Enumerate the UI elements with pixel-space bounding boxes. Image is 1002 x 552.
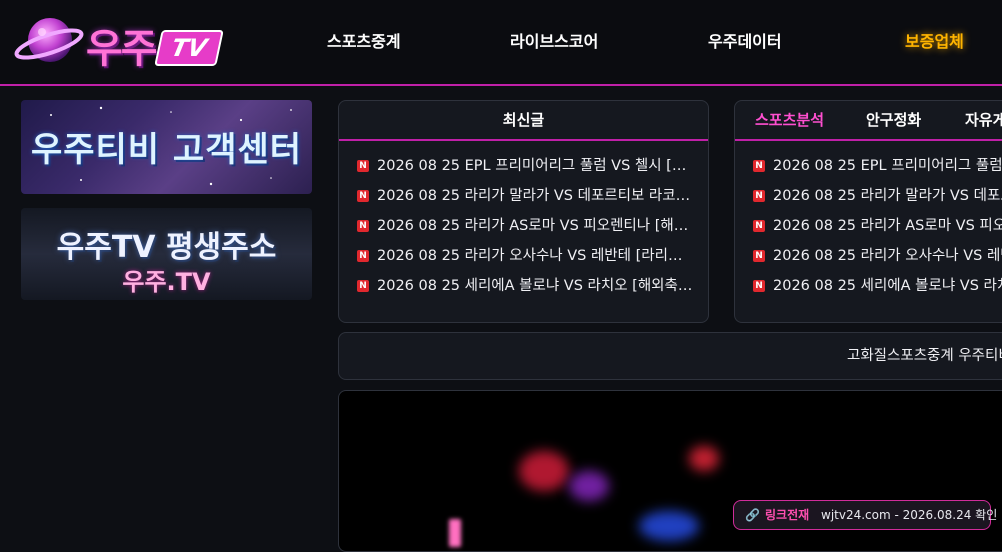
marquee-bar: 고화질스포츠중계 우주티비: [338, 332, 1002, 380]
latest-posts-title[interactable]: 최신글: [339, 101, 708, 139]
new-badge-icon: N: [357, 160, 369, 172]
customer-center-banner[interactable]: 우주티비 고객센터: [21, 100, 312, 194]
list-item[interactable]: N 2026 08 25 세리에A 볼로냐 VS 라치오 [해외축구 분석]: [357, 271, 695, 301]
logo-text: 우주: [86, 26, 158, 72]
nav-live-score[interactable]: 라이브스코어: [510, 0, 598, 84]
new-badge-icon: N: [753, 190, 765, 202]
permanent-address-url: 우주.TV: [122, 268, 211, 296]
category-tabs: 스포츠분석 안구정화 자유게: [735, 101, 1002, 141]
post-title[interactable]: 2026 08 25 세리에A 볼로냐 VS 라치오 [해외축구 분석]: [377, 265, 695, 307]
site-header: 우주 TV 스포츠중계 라이브스코어 우주데이터 보증업체: [0, 0, 1002, 86]
link-icon: 🔗: [745, 508, 760, 522]
latest-posts-panel: 최신글 N2026 08 25 EPL 프리미어리그 풀럼 VS 첼시 [프리미…: [338, 100, 709, 323]
permanent-address-banner[interactable]: 우주TV 평생주소 우주.TV: [21, 208, 312, 300]
new-badge-icon: N: [753, 220, 765, 232]
latest-posts-header: 최신글: [339, 101, 708, 141]
nav-sports-broadcast[interactable]: 스포츠중계: [327, 0, 401, 84]
marquee-text: 고화질스포츠중계 우주티비: [847, 348, 1002, 364]
category-posts-list: N2026 08 25 EPL 프리미어리그 풀럼 VS 첼시 N2026 08…: [753, 151, 1002, 301]
customer-center-title: 우주티비 고객센터: [30, 130, 303, 170]
link-notice-label: 링크전재: [765, 508, 810, 522]
new-badge-icon: N: [357, 190, 369, 202]
video-frame-glow: [689, 446, 719, 471]
nav-guaranteed-sites[interactable]: 보증업체: [905, 0, 964, 84]
video-frame-glow: [519, 451, 569, 491]
video-frame-glow: [569, 471, 609, 501]
new-badge-icon: N: [753, 280, 765, 292]
list-item[interactable]: N 2026 08 25 세리에A 볼로냐 VS 라치오: [753, 271, 1002, 301]
link-notice-domain: wjtv24.com - 2026.08.24 확인: [821, 508, 998, 522]
new-badge-icon: N: [357, 280, 369, 292]
site-logo[interactable]: 우주 TV: [14, 12, 224, 72]
planet-icon: [14, 18, 84, 62]
tab-sports-analysis[interactable]: 스포츠분석: [755, 101, 824, 139]
permanent-address-title: 우주TV 평생주소: [56, 230, 277, 265]
post-title[interactable]: 2026 08 25 세리에A 볼로냐 VS 라치오: [773, 265, 1002, 307]
new-badge-icon: N: [357, 250, 369, 262]
logo-tv-badge: TV: [154, 30, 224, 66]
new-badge-icon: N: [753, 160, 765, 172]
latest-posts-list: N2026 08 25 EPL 프리미어리그 풀럼 VS 첼시 [프리미어리그 …: [357, 151, 695, 301]
video-frame-glow: [639, 511, 699, 541]
category-posts-panel: 스포츠분석 안구정화 자유게 N2026 08 25 EPL 프리미어리그 풀럼…: [734, 100, 1002, 323]
new-badge-icon: N: [357, 220, 369, 232]
nav-wooju-data[interactable]: 우주데이터: [708, 0, 782, 84]
link-notice-pill[interactable]: 🔗 링크전재 wjtv24.com - 2026.08.24 확인: [733, 500, 997, 530]
video-frame-glow: [449, 519, 461, 547]
new-badge-icon: N: [753, 250, 765, 262]
tab-eye-candy[interactable]: 안구정화: [866, 101, 921, 139]
tab-free-board[interactable]: 자유게: [965, 101, 1002, 139]
